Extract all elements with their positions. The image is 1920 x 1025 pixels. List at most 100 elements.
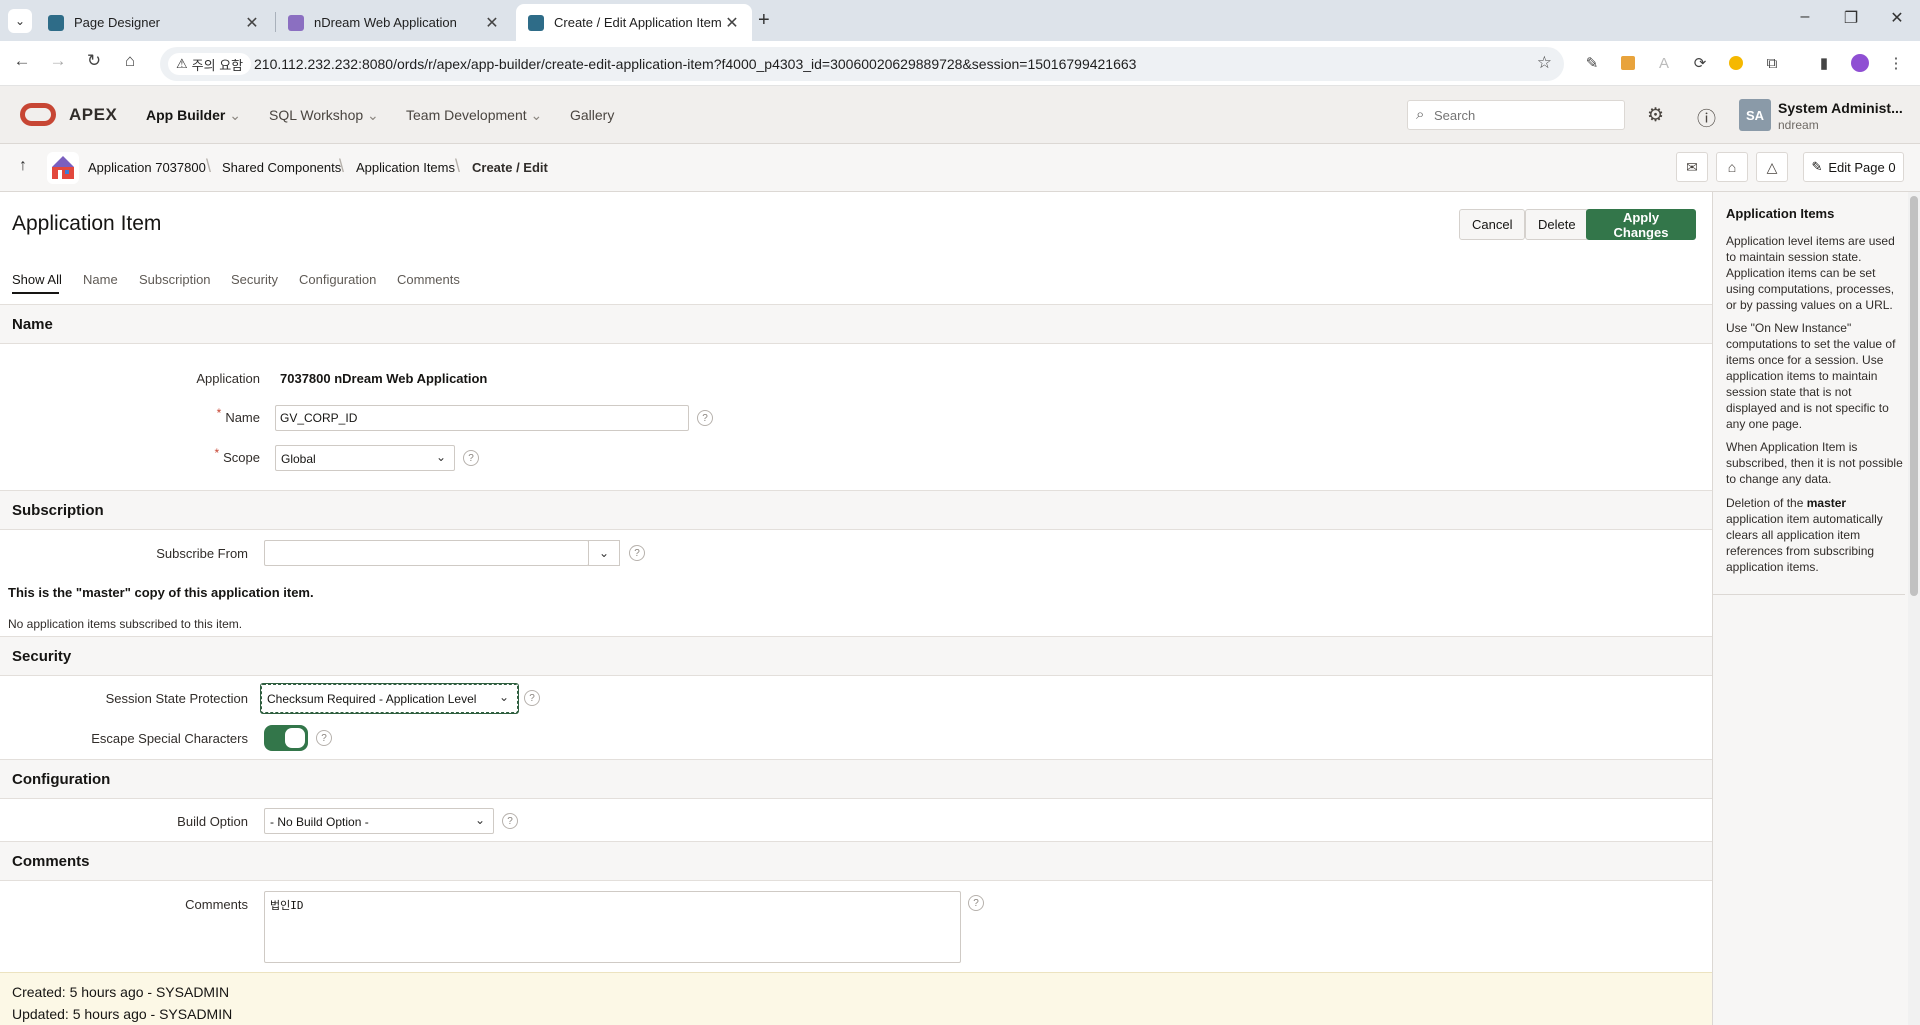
tab-subscription[interactable]: Subscription [139, 272, 211, 287]
build-option-label: Build Option [177, 814, 248, 829]
help-icon[interactable]: ? [524, 690, 540, 706]
close-icon[interactable]: ✕ [244, 13, 260, 33]
menu-sql-workshop[interactable]: SQL Workshop ⌄ [269, 107, 379, 124]
browser-tab-create-edit[interactable]: Create / Edit Application Item ✕ [516, 4, 752, 41]
help-icon[interactable]: ? [463, 450, 479, 466]
chevron-down-icon: ⌄ [367, 107, 379, 123]
close-icon[interactable]: ✕ [484, 13, 500, 33]
name-label: * Name [216, 406, 260, 425]
subscribe-from-field[interactable] [264, 540, 589, 566]
help-icon[interactable]: ? [316, 730, 332, 746]
name-region-header: Name [0, 304, 1712, 344]
tab-comments[interactable]: Comments [397, 272, 460, 287]
apex-logo-text[interactable]: APEX [69, 105, 117, 125]
created-info: Created: 5 hours ago - SYSADMIN [12, 984, 230, 1000]
help-icon[interactable]: ⓘ [1697, 104, 1716, 131]
shared-components-icon[interactable]: △ [1756, 152, 1788, 182]
browser-tab-ndream[interactable]: nDream Web Application ✕ [276, 4, 512, 41]
help-paragraph: Deletion of the master application item … [1726, 496, 1883, 574]
restore-icon[interactable]: ❐ [1836, 8, 1866, 28]
sync-extension-icon[interactable]: ⟳ [1690, 53, 1710, 73]
back-icon[interactable]: ← [10, 51, 34, 71]
help-icon[interactable]: ? [629, 545, 645, 561]
font-extension-icon[interactable]: A [1654, 53, 1674, 73]
help-paragraph: Use "On New Instance" computations to se… [1726, 321, 1896, 431]
arrow-up-icon[interactable]: ↑ [19, 157, 27, 175]
tab-configuration[interactable]: Configuration [299, 272, 376, 287]
edit-page-button[interactable]: ✎ Edit Page 0 [1803, 152, 1904, 182]
help-icon[interactable]: ? [697, 410, 713, 426]
delete-button[interactable]: Delete [1525, 209, 1589, 240]
help-panel: Application Items Application level item… [1712, 192, 1920, 1025]
minimize-icon[interactable]: – [1790, 8, 1820, 26]
escape-special-characters-toggle[interactable] [264, 725, 308, 751]
scope-label: * Scope [214, 446, 260, 465]
help-panel-title: Application Items [1726, 206, 1835, 221]
application-value: 7037800 nDream Web Application [280, 371, 488, 386]
browser-tab-page-designer[interactable]: Page Designer ✕ [36, 4, 272, 41]
menu-team-development[interactable]: Team Development ⌄ [406, 107, 542, 124]
side-panel-icon[interactable]: ▮ [1814, 53, 1834, 73]
new-tab-icon[interactable]: + [758, 9, 770, 32]
scope-value: Global [281, 452, 316, 466]
help-icon[interactable]: ? [502, 813, 518, 829]
scrollbar-thumb[interactable] [1910, 196, 1918, 596]
window-close-icon[interactable]: ✕ [1882, 8, 1912, 28]
master-note: This is the "master" copy of this applic… [8, 585, 314, 600]
pen-extension-icon[interactable]: ✎ [1582, 53, 1602, 73]
bookmark-star-icon[interactable]: ☆ [1537, 53, 1552, 73]
security-warning-badge[interactable]: ⚠ 주의 요함 [168, 53, 252, 75]
breadcrumb-application[interactable]: Application 7037800 [88, 160, 206, 175]
main-content: Application Item Cancel Delete Apply Cha… [0, 192, 1712, 1025]
help-icon[interactable]: ? [968, 895, 984, 911]
user-name[interactable]: System Administ... [1778, 100, 1903, 116]
apply-changes-button[interactable]: Apply Changes [1586, 209, 1696, 240]
tag-icon[interactable]: ⌂ [1716, 152, 1748, 182]
active-tab-indicator [12, 292, 59, 294]
cancel-button[interactable]: Cancel [1459, 209, 1526, 240]
menu-app-builder[interactable]: App Builder ⌄ [146, 107, 241, 124]
profile-icon[interactable] [1850, 53, 1870, 73]
scope-select[interactable]: Global ⌄ [275, 445, 455, 471]
page-title: Application Item [12, 212, 162, 235]
address-bar[interactable]: ⚠ 주의 요함 210.112.232.232:8080/ords/r/apex… [160, 47, 1564, 81]
session-state-protection-value: Checksum Required - Application Level [267, 692, 477, 706]
tab-search-chevron-icon[interactable]: ⌄ [8, 9, 32, 33]
reload-icon[interactable]: ↻ [82, 51, 106, 71]
puzzle-extensions-icon[interactable]: ⧉ [1762, 53, 1782, 73]
subscribe-from-label: Subscribe From [156, 546, 248, 561]
browser-tab-title: Create / Edit Application Item [554, 15, 722, 30]
close-icon[interactable]: ✕ [724, 13, 740, 33]
build-option-select[interactable]: - No Build Option - ⌄ [264, 808, 494, 834]
menu-gallery[interactable]: Gallery [570, 107, 614, 123]
region-title: Name [12, 316, 53, 333]
apex-header: APEX App Builder ⌄ SQL Workshop ⌄ Team D… [0, 86, 1920, 144]
tab-show-all[interactable]: Show All [12, 272, 62, 287]
comments-textarea[interactable]: 법인ID [264, 891, 961, 963]
tab-name[interactable]: Name [83, 272, 118, 287]
tab-security[interactable]: Security [231, 272, 278, 287]
apex-favicon-icon [48, 14, 64, 31]
breadcrumb-shared-components[interactable]: Shared Components [222, 160, 341, 175]
coin-extension-icon[interactable] [1726, 53, 1746, 73]
search-input[interactable] [1434, 105, 1614, 125]
administration-icon[interactable]: ⚙ [1647, 104, 1664, 127]
application-icon[interactable] [47, 152, 79, 184]
scrollbar[interactable] [1908, 192, 1920, 1025]
more-menu-icon[interactable]: ⋮ [1886, 53, 1906, 73]
oracle-logo-icon[interactable] [20, 103, 56, 126]
forward-icon[interactable]: → [46, 51, 70, 71]
chevron-down-icon[interactable]: ⌄ [588, 540, 620, 566]
session-state-protection-select[interactable]: Checksum Required - Application Level ⌄ [261, 684, 518, 713]
chevron-down-icon: ⌄ [530, 107, 543, 123]
header-search[interactable]: ⌕ [1407, 100, 1625, 130]
url-text[interactable]: 210.112.232.232:8080/ords/r/apex/app-bui… [254, 56, 1136, 72]
session-state-protection-label: Session State Protection [105, 691, 248, 706]
feedback-icon[interactable]: ✉ [1676, 152, 1708, 182]
browser-tab-strip: ⌄ Page Designer ✕ nDream Web Application… [0, 0, 1920, 41]
name-field[interactable] [275, 405, 689, 431]
extension-icon[interactable] [1618, 53, 1638, 73]
avatar[interactable]: SA [1739, 99, 1771, 131]
breadcrumb-application-items[interactable]: Application Items [356, 160, 455, 175]
home-icon[interactable]: ⌂ [118, 51, 142, 71]
